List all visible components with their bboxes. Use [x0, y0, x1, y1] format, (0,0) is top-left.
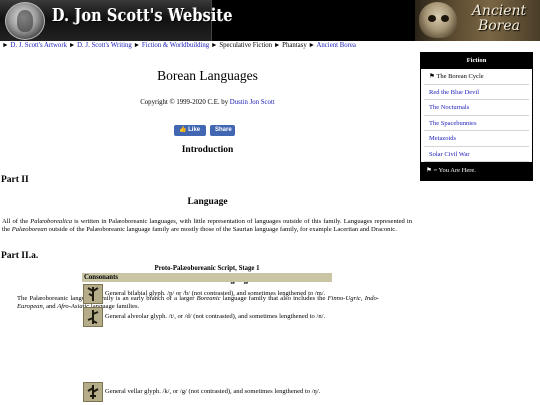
alveolar-glyph-icon: [83, 307, 103, 327]
you-are-here-flag-icon: ⚑: [429, 73, 435, 80]
sidebar-item-link[interactable]: The Nocturnals: [429, 104, 469, 111]
script-table-caption: Proto-Palæoboreanic Script, Stage 1: [154, 265, 260, 272]
facebook-like-button[interactable]: 👍 Like 1: [174, 125, 206, 144]
sidebar-item[interactable]: The Nocturnals: [424, 100, 529, 116]
consonants-header: Consonants: [82, 273, 332, 282]
copyright-line: Copyright © 1999-2020 C.E. by Dustin Jon…: [0, 99, 415, 106]
breadcrumb-item[interactable]: Ancient Borea: [316, 42, 355, 49]
part-iia-heading: Part II.a.: [1, 251, 39, 261]
facebook-share-button[interactable]: Share: [210, 125, 235, 136]
glyph-row-bilabial: General bilabial glyph. /p/ or /b/ (not …: [82, 283, 332, 305]
sidebar-item[interactable]: Solar Civil War: [424, 147, 529, 162]
breadcrumb-item[interactable]: Fiction & Worldbuilding: [142, 42, 209, 49]
breadcrumb-item[interactable]: D. J. Scott's Artwork: [10, 42, 67, 49]
part-ii-heading: Part II: [1, 175, 29, 185]
you-are-here-legend: ⚑ = You Are Here.: [421, 162, 532, 180]
ancient-borea-title: Ancient Borea: [471, 3, 527, 34]
language-heading: Language: [187, 197, 228, 207]
ancient-borea-banner[interactable]: Ancient Borea: [415, 0, 540, 41]
social-buttons: 👍 Like 1 Share: [174, 125, 235, 144]
glyph-row-alveolar: General alveolar glyph. /t/, or /d/ (not…: [82, 306, 332, 328]
breadcrumb-item: Speculative Fiction: [219, 42, 273, 49]
alveolar-description: General alveolar glyph. /t/, or /d/ (not…: [105, 313, 326, 320]
sidebar-item-link[interactable]: Metazoids: [429, 135, 456, 142]
skull-image: [419, 2, 457, 38]
sidebar-item-link[interactable]: Solar Civil War: [429, 151, 470, 158]
sidebar-item[interactable]: Red the Blue Devil: [424, 85, 529, 100]
site-logo-banner[interactable]: D. Jon Scott's Website: [0, 0, 232, 41]
breadcrumb-item: Phantasy: [282, 42, 307, 49]
velar-glyph-icon: [83, 382, 103, 402]
sidebar-header: Fiction: [421, 53, 532, 69]
sidebar-item-link[interactable]: Red the Blue Devil: [429, 89, 479, 96]
bilabial-glyph-icon: [83, 284, 103, 304]
sidebar-item-label: The Borean Cycle: [436, 73, 484, 80]
fiction-sidebar: Fiction ⚑ The Borean Cycle Red the Blue D…: [420, 52, 533, 181]
page-title: Borean Languages: [157, 68, 258, 83]
breadcrumb: ► D. J. Scott's Artwork ► D. J. Scott's …: [2, 41, 356, 50]
author-link[interactable]: Dustin Jon Scott: [230, 99, 275, 106]
site-title: D. Jon Scott's Website: [52, 5, 233, 26]
author-portrait-logo: [5, 2, 45, 40]
breadcrumb-arrow-icon: ►: [273, 42, 283, 49]
introduction-heading: Introduction: [181, 145, 234, 155]
breadcrumb-arrow-icon: ►: [133, 42, 142, 49]
sidebar-item-link[interactable]: The Spacebunnies: [429, 120, 476, 127]
copyright-text: Copyright © 1999-2020 C.E. by: [140, 99, 229, 106]
glyph-row-velar: General vellar glyph. /k/, or /g/ (not c…: [82, 381, 332, 403]
velar-description: General vellar glyph. /k/, or /g/ (not c…: [105, 388, 321, 395]
breadcrumb-arrow-icon: ►: [68, 42, 78, 49]
breadcrumb-item[interactable]: D. J. Scott's Writing: [77, 42, 132, 49]
sidebar-item: ⚑ The Borean Cycle: [424, 69, 529, 85]
sidebar-item[interactable]: The Spacebunnies: [424, 116, 529, 131]
bilabial-description: General bilabial glyph. /p/ or /b/ (not …: [105, 290, 326, 297]
language-paragraph: All of the Palæoborealica is written in …: [2, 218, 412, 233]
sidebar-item[interactable]: Metazoids: [424, 131, 529, 147]
site-banner: D. Jon Scott's Website Ancient Borea: [0, 0, 540, 41]
